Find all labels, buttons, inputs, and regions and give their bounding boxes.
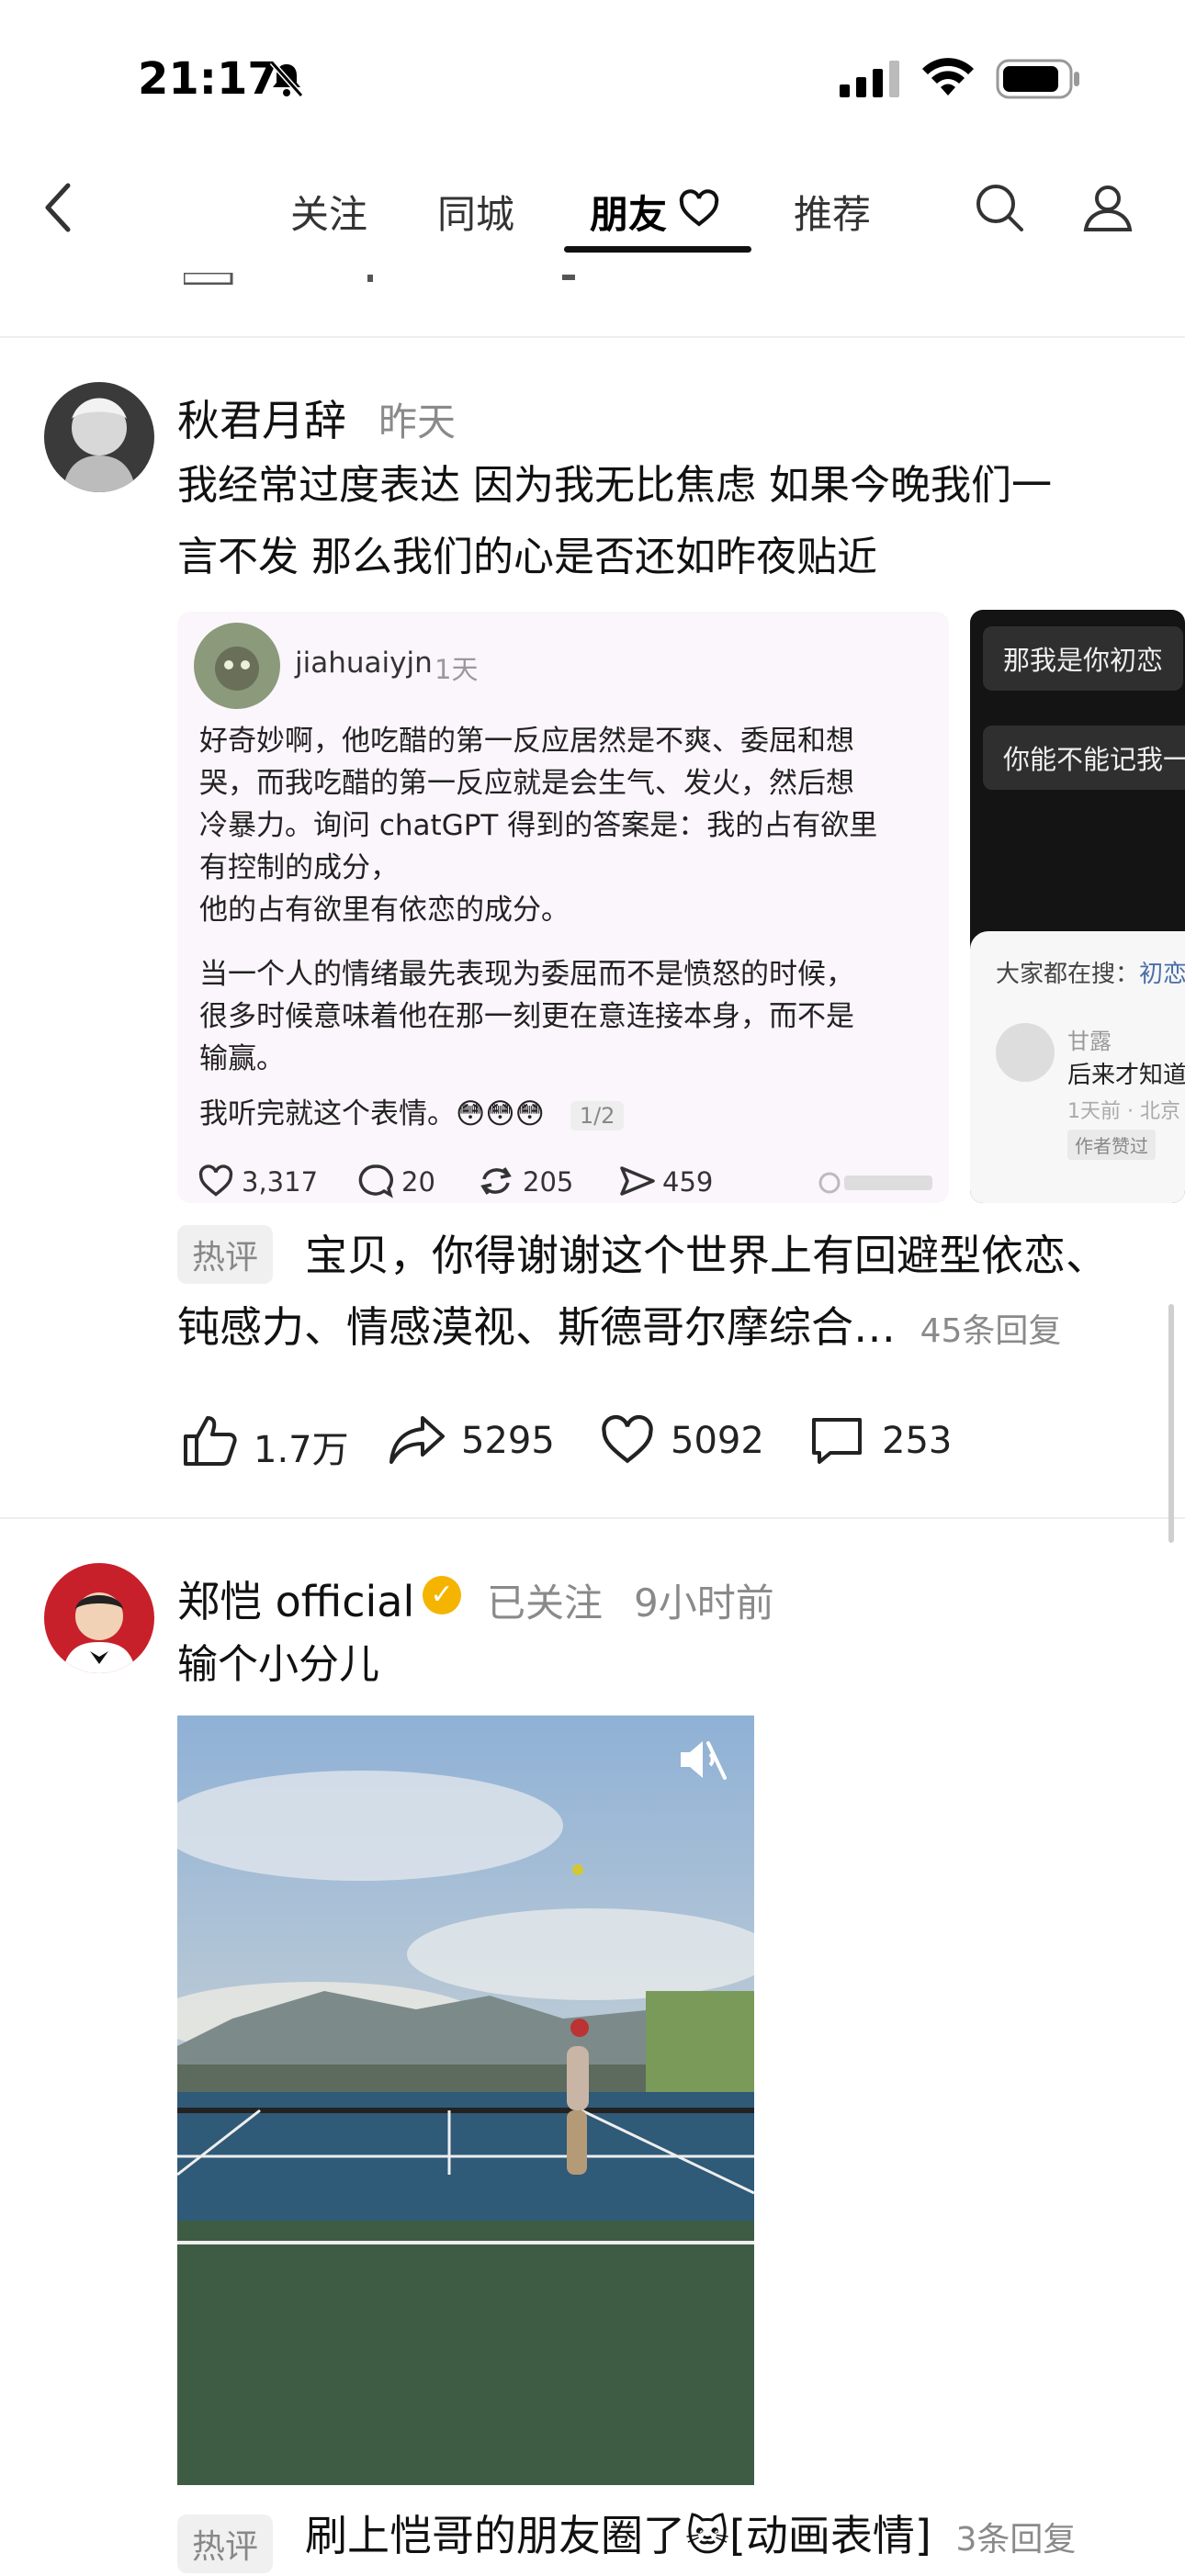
embedded-date: 1天 xyxy=(434,654,479,685)
like-count: 1.7万 xyxy=(254,1429,349,1471)
post-text-line: 我经常过度表达 因为我无比焦虑 如果今晚我们一 xyxy=(177,462,1052,509)
heart-icon xyxy=(678,189,720,231)
post-text-line: 言不发 那么我们的心是否还如昨夜贴近 xyxy=(177,534,877,580)
back-icon[interactable] xyxy=(40,180,77,239)
mute-bell-icon xyxy=(266,59,307,103)
chat-bubble: 你能不能记我一 xyxy=(983,726,1185,790)
hot-comment-replies[interactable]: 3条回复 xyxy=(955,2521,1076,2559)
page-indicator: 1/2 xyxy=(570,1101,625,1131)
post-text: 我经常过度表达 因为我无比焦虑 如果今晚我们一 言不发 那么我们的心是否还如昨夜… xyxy=(177,450,1169,593)
author-liked-badge: 作者赞过 xyxy=(1067,1130,1156,1160)
embedded-line: 哭，而我吃醋的第一反应就是会生气、发火，然后想 xyxy=(199,767,854,800)
embedded-share-icon xyxy=(618,1163,657,1203)
hot-comment-line[interactable]: 钝感力、情感漠视、斯德哥尔摩综合… 45条回复 xyxy=(177,1291,1061,1367)
comment-text: 后来才知道 xyxy=(1067,1062,1185,1089)
video-player[interactable] xyxy=(177,1715,754,2485)
share-icon[interactable] xyxy=(388,1412,446,1471)
search-term: 初恋 xyxy=(1139,961,1185,988)
embedded-image-card-2[interactable]: 那我是你初恋 你能不能记我一 大家都在搜：初恋 甘露 后来才知道 1天前 · 北… xyxy=(970,610,1185,1203)
active-tab-indicator xyxy=(564,246,751,253)
comment-count: 253 xyxy=(882,1420,953,1462)
share-count: 5295 xyxy=(461,1420,555,1462)
search-icon[interactable] xyxy=(972,180,1027,239)
tab-follow[interactable]: 关注 xyxy=(290,184,367,240)
post-author[interactable]: 郑恺 official xyxy=(177,1569,414,1629)
embedded-line: 我听完就这个表情。😳😳😳 xyxy=(199,1097,545,1131)
embedded-line: 冷暴力。询问 chatGPT 得到的答案是：我的占有欲里 xyxy=(199,809,878,842)
embedded-line: 他的占有欲里有依恋的成分。 xyxy=(199,894,570,927)
avatar[interactable] xyxy=(44,1563,154,1673)
thumb-up-icon[interactable] xyxy=(180,1411,239,1473)
embedded-line: 当一个人的情绪最先表现为委屈而不是愤怒的时候， xyxy=(199,958,854,991)
embedded-heart-icon xyxy=(198,1164,234,1201)
status-time: 21:17 xyxy=(138,53,278,105)
comment-meta: 1天前 · 北京 xyxy=(1067,1100,1180,1123)
search-label: 大家都在搜： xyxy=(996,961,1140,988)
wifi-icon xyxy=(920,57,976,101)
post-text: 输个小分儿 xyxy=(177,1641,379,1688)
battery-icon xyxy=(996,59,1082,103)
chat-bubble: 那我是你初恋 xyxy=(983,626,1184,691)
embedded-line: 好奇妙啊，他吃醋的第一反应居然是不爽、委屈和想 xyxy=(199,725,854,758)
previous-post-edge xyxy=(184,272,1010,285)
embedded-likes: 3,317 xyxy=(242,1166,319,1198)
tab-recommend[interactable]: 推荐 xyxy=(794,184,871,240)
post-time: 昨天 xyxy=(378,399,457,444)
post-author[interactable]: 秋君月辞 xyxy=(177,388,346,448)
embedded-comment-icon xyxy=(357,1163,394,1203)
follow-status[interactable]: 已关注 xyxy=(487,1572,603,1628)
hot-comment-line[interactable]: 刷上恺哥的朋友圈了🐱[动画表情] 3条回复 xyxy=(305,2500,1076,2576)
embedded-shares: 459 xyxy=(662,1166,714,1198)
signal-icon xyxy=(840,61,900,101)
profile-icon[interactable] xyxy=(1080,180,1135,239)
hot-comment-line-text: 钝感力、情感漠视、斯德哥尔摩综合… xyxy=(177,1302,896,1352)
embedded-text: 好奇妙啊，他吃醋的第一反应居然是不爽、委屈和想 哭，而我吃醋的第一反应就是会生气… xyxy=(199,720,934,1137)
divider xyxy=(0,336,1185,338)
embedded-image-card[interactable]: jiahuaiyjn 1天 好奇妙啊，他吃醋的第一反应居然是不爽、委屈和想 哭，… xyxy=(177,612,949,1203)
hot-comment-text: 刷上恺哥的朋友圈了🐱[动画表情] xyxy=(305,2511,931,2560)
commenter-avatar xyxy=(996,1023,1055,1082)
comment-icon[interactable] xyxy=(808,1414,865,1471)
embedded-comments: 20 xyxy=(401,1166,435,1198)
hot-comment-replies[interactable]: 45条回复 xyxy=(920,1312,1062,1350)
heart-count: 5092 xyxy=(671,1420,764,1462)
divider xyxy=(0,1517,1185,1519)
scrollbar[interactable] xyxy=(1168,1304,1174,1543)
avatar[interactable] xyxy=(44,382,154,492)
tab-friends[interactable]: 朋友 xyxy=(590,184,667,240)
commenter-name: 甘露 xyxy=(1067,1029,1112,1054)
post-time: 9小时前 xyxy=(634,1580,774,1625)
tab-local[interactable]: 同城 xyxy=(437,184,514,240)
hot-comment-line[interactable]: 宝贝，你得谢谢这个世界上有回避型依恋、 xyxy=(305,1220,1108,1291)
embedded-avatar xyxy=(194,623,280,709)
embedded-line: 输赢。 xyxy=(199,1042,285,1075)
verified-icon: ✓ xyxy=(423,1576,461,1614)
embedded-line: 很多时候意味着他在那一刻更在意连接本身，而不是 xyxy=(199,1000,854,1033)
embedded-line: 有控制的成分， xyxy=(199,851,399,884)
embedded-reposts: 205 xyxy=(523,1166,574,1198)
embedded-username: jiahuaiyjn xyxy=(295,647,433,680)
mute-icon[interactable] xyxy=(677,1736,728,1787)
heart-icon[interactable] xyxy=(599,1414,656,1469)
embedded-repost-icon xyxy=(477,1163,515,1203)
hot-comment-tag: 热评 xyxy=(177,2514,274,2573)
comment-panel: 大家都在搜：初恋 甘露 后来才知道 1天前 · 北京 作者赞过 xyxy=(970,931,1185,1203)
watermark-icon xyxy=(817,1170,938,1196)
hot-comment-tag: 热评 xyxy=(177,1225,274,1284)
